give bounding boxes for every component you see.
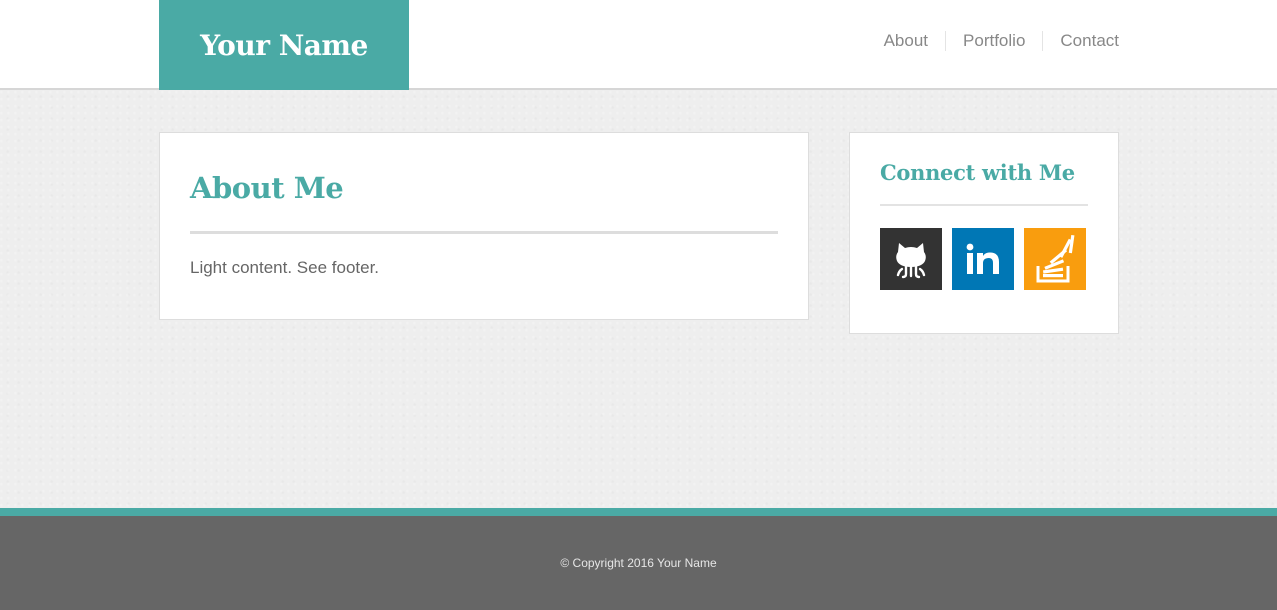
linkedin-link[interactable] [952, 228, 1014, 290]
footer-accent-bar [0, 508, 1277, 516]
linkedin-icon [966, 243, 999, 274]
brand-logo-link[interactable]: Your Name [159, 0, 409, 90]
main-nav: About Portfolio Contact [867, 31, 1119, 51]
nav-link-contact[interactable]: Contact [1042, 31, 1119, 51]
about-divider [190, 231, 778, 234]
nav-link-portfolio[interactable]: Portfolio [945, 31, 1042, 51]
copyright-text: © Copyright 2016 Your Name [560, 556, 717, 570]
github-link[interactable] [880, 228, 942, 290]
main-content-area: About Me Light content. See footer. Conn… [0, 90, 1277, 508]
site-footer: © Copyright 2016 Your Name [0, 516, 1277, 610]
nav-link-about[interactable]: About [867, 31, 945, 51]
about-text: Light content. See footer. [190, 258, 380, 277]
about-title: About Me [190, 171, 344, 205]
connect-divider [880, 204, 1088, 206]
stackoverflow-icon [1036, 234, 1075, 283]
github-icon [896, 243, 926, 279]
about-card: About Me Light content. See footer. [159, 132, 809, 320]
site-header: Your Name About Portfolio Contact [0, 0, 1277, 90]
connect-card: Connect with Me [849, 132, 1119, 334]
connect-title: Connect with Me [880, 160, 1075, 185]
social-links [880, 228, 1088, 290]
stackoverflow-link[interactable] [1024, 228, 1086, 290]
